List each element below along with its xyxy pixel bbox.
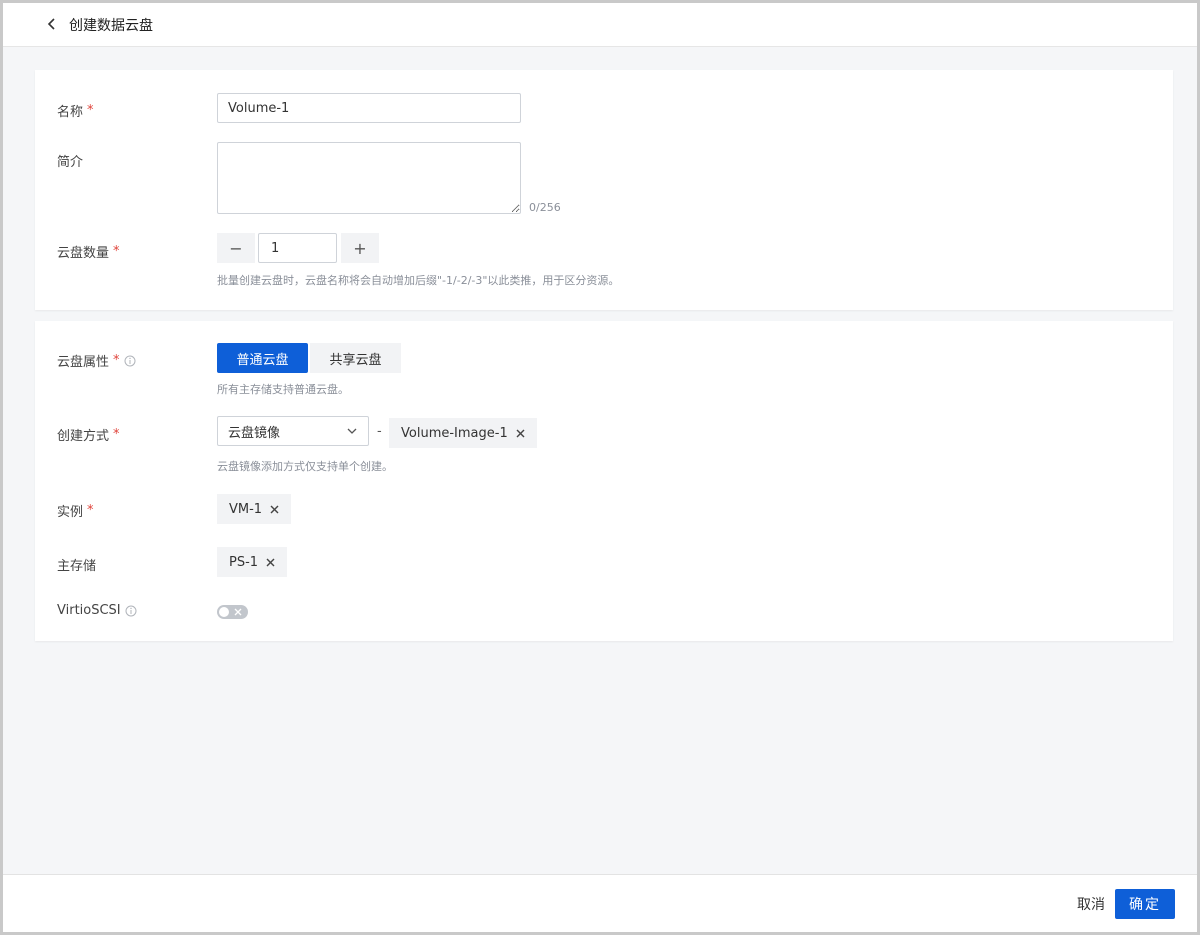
image-tag: Volume-Image-1 xyxy=(389,418,537,448)
description-counter: 0/256 xyxy=(529,201,561,214)
chevron-down-icon xyxy=(347,428,357,434)
name-input[interactable] xyxy=(217,93,521,123)
storage-label: 主存储 xyxy=(57,559,97,574)
instance-label-row: 实例 * xyxy=(57,501,94,520)
method-label: 创建方式 xyxy=(57,429,110,444)
close-icon[interactable] xyxy=(516,429,525,438)
method-select-value: 云盘镜像 xyxy=(228,425,281,441)
info-icon[interactable] xyxy=(124,355,136,367)
instance-tag-label: VM-1 xyxy=(229,501,263,517)
method-label-row: 创建方式 * xyxy=(57,425,120,444)
increment-button[interactable]: + xyxy=(341,233,379,263)
name-label: 名称 xyxy=(57,105,84,120)
cancel-button[interactable]: 取消 xyxy=(1077,894,1105,914)
attr-label-row: 云盘属性 * xyxy=(57,351,136,370)
required-mark: * xyxy=(113,427,120,442)
attr-label: 云盘属性 xyxy=(57,355,110,370)
virtio-label-row: VirtioSCSI xyxy=(57,603,137,618)
close-icon[interactable] xyxy=(266,558,275,567)
required-mark: * xyxy=(113,244,120,259)
storage-tag-label: PS-1 xyxy=(229,554,259,570)
desc-label: 简介 xyxy=(57,155,84,170)
storage-label-row: 主存储 xyxy=(57,555,96,574)
name-label-row: 名称 * xyxy=(57,101,94,120)
decrement-button[interactable]: − xyxy=(217,233,255,263)
back-arrow-icon[interactable] xyxy=(45,17,59,31)
instance-label: 实例 xyxy=(57,505,84,520)
footer-bar: 取消 确定 xyxy=(3,874,1197,932)
instance-tag: VM-1 xyxy=(217,494,292,524)
basic-info-card: 名称 * 简介 0/256 云盘数量 * − + 批量创建云盘时，云盘名称将会自… xyxy=(35,70,1173,310)
method-select[interactable]: 云盘镜像 xyxy=(217,416,369,446)
count-input[interactable] xyxy=(258,233,337,263)
description-textarea[interactable] xyxy=(217,142,521,214)
attr-hint: 所有主存储支持普通云盘。 xyxy=(217,383,349,396)
count-label-row: 云盘数量 * xyxy=(57,242,120,261)
confirm-button[interactable]: 确定 xyxy=(1115,889,1175,919)
volume-settings-card: 云盘属性 * 普通云盘 共享云盘 所有主存储支持普通云盘。 创建方式 * 云盘镜… xyxy=(35,321,1173,641)
storage-tag: PS-1 xyxy=(217,547,288,577)
toggle-off-icon xyxy=(234,608,242,616)
top-bar: 创建数据云盘 xyxy=(3,3,1197,47)
normal-volume-option[interactable]: 普通云盘 xyxy=(217,343,308,373)
virtio-label: VirtioSCSI xyxy=(57,603,121,618)
required-mark: * xyxy=(87,103,94,118)
shared-volume-option[interactable]: 共享云盘 xyxy=(310,343,401,373)
required-mark: * xyxy=(87,503,94,518)
page-title: 创建数据云盘 xyxy=(69,18,153,34)
close-icon[interactable] xyxy=(270,505,279,514)
method-separator: - xyxy=(377,424,382,439)
required-mark: * xyxy=(113,353,120,368)
virtio-toggle[interactable] xyxy=(217,605,248,619)
image-tag-label: Volume-Image-1 xyxy=(401,425,508,441)
info-icon[interactable] xyxy=(125,605,137,617)
method-hint: 云盘镜像添加方式仅支持单个创建。 xyxy=(217,460,393,473)
count-label: 云盘数量 xyxy=(57,246,110,261)
desc-label-row: 简介 xyxy=(57,151,83,170)
toggle-knob xyxy=(219,607,229,617)
count-hint: 批量创建云盘时，云盘名称将会自动增加后缀"-1/-2/-3"以此类推，用于区分资… xyxy=(217,274,620,287)
page-frame: 创建数据云盘 名称 * 简介 0/256 云盘数量 * − + 批量创建云盘时，… xyxy=(0,0,1200,935)
